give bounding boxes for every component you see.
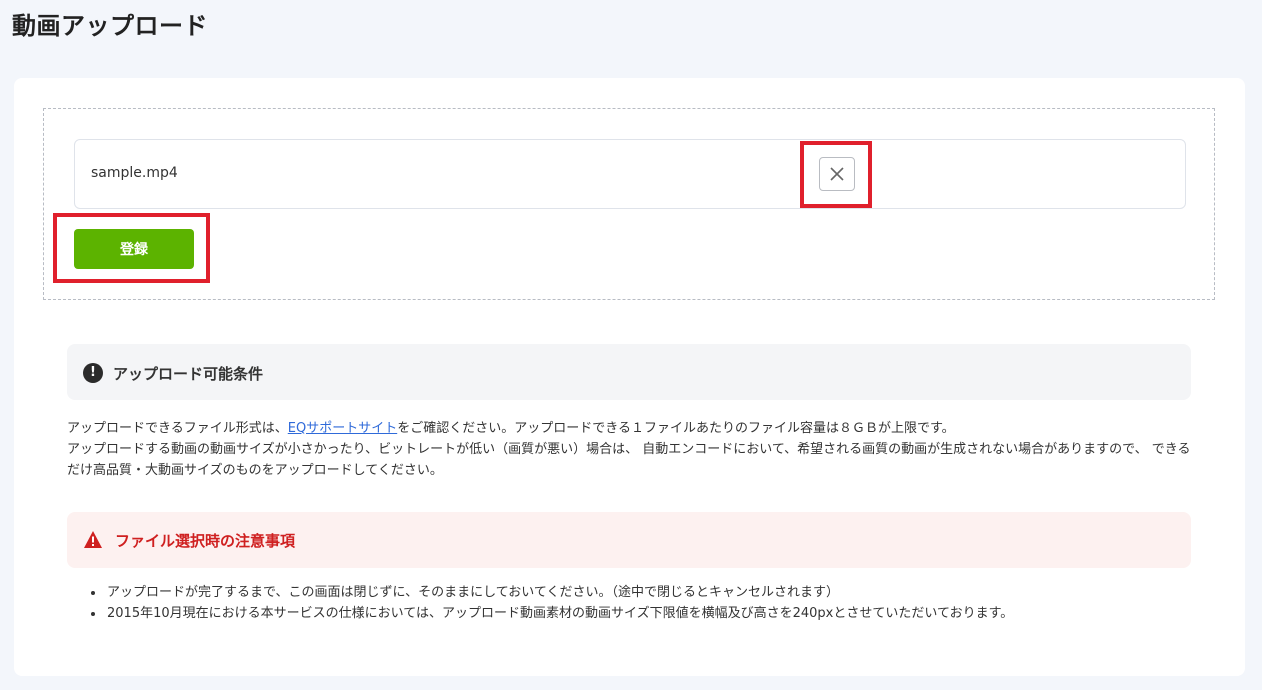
page-title: 動画アップロード: [12, 12, 208, 40]
conditions-title: アップロード可能条件: [113, 365, 264, 383]
selected-file-row: sample.mp4: [74, 139, 1186, 209]
conditions-header: ! アップロード可能条件: [67, 344, 1191, 400]
conditions-text: アップロードできるファイル形式は、EQサポートサイトをご確認ください。アップロー…: [67, 418, 1197, 481]
remove-file-button[interactable]: [819, 157, 855, 191]
submit-button[interactable]: 登録: [74, 229, 194, 269]
warning-icon: [84, 531, 102, 548]
list-item: 2015年10月現在における本サービスの仕様においては、アップロード動画素材の動…: [105, 603, 1013, 624]
file-dropzone[interactable]: sample.mp4 登録: [43, 108, 1215, 300]
file-name: sample.mp4: [91, 165, 178, 181]
exclamation-icon: !: [83, 363, 103, 383]
warnings-list: アップロードが完了するまで、この画面は閉じずに、そのままにしておいてください。（…: [105, 582, 1013, 624]
conditions-text-prefix: アップロードできるファイル形式は、: [67, 421, 288, 436]
warnings-title: ファイル選択時の注意事項: [115, 532, 296, 550]
upload-card: sample.mp4 登録 ! アップロード可能条件 アップロードできるファイル…: [14, 78, 1245, 676]
warnings-header: ファイル選択時の注意事項: [67, 512, 1191, 568]
conditions-text-line2: アップロードする動画の動画サイズが小さかったり、ビットレートが低い（画質が悪い）…: [67, 442, 1191, 478]
close-icon: [830, 167, 844, 181]
conditions-text-suffix: をご確認ください。アップロードできる１ファイルあたりのファイル容量は８ＧＢが上限…: [397, 421, 955, 436]
eq-support-site-link[interactable]: EQサポートサイト: [288, 421, 397, 436]
list-item: アップロードが完了するまで、この画面は閉じずに、そのままにしておいてください。（…: [105, 582, 1013, 603]
